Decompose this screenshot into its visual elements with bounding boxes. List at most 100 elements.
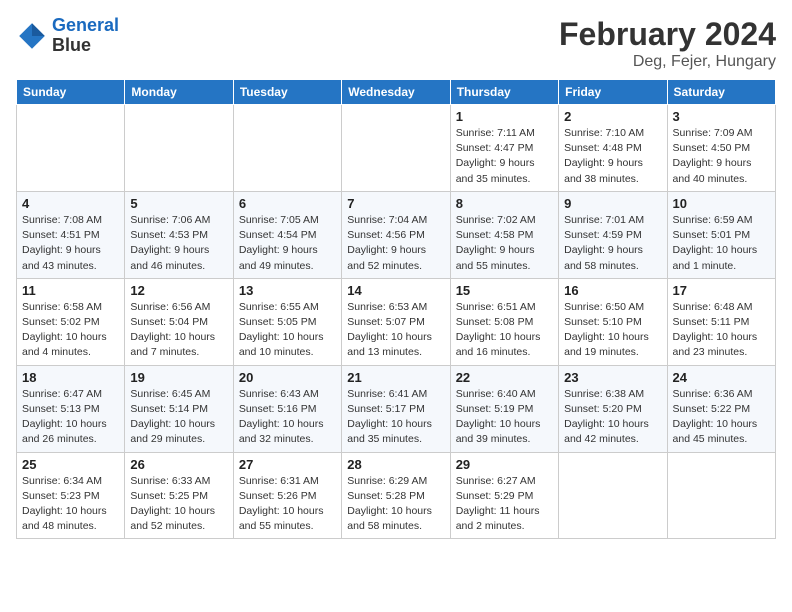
day-number: 22 [456, 370, 553, 385]
day-info: Sunrise: 7:01 AM Sunset: 4:59 PM Dayligh… [564, 213, 661, 274]
day-info: Sunrise: 7:02 AM Sunset: 4:58 PM Dayligh… [456, 213, 553, 274]
weekday-header-monday: Monday [125, 80, 233, 105]
calendar-cell: 11Sunrise: 6:58 AM Sunset: 5:02 PM Dayli… [17, 278, 125, 365]
day-number: 26 [130, 457, 227, 472]
logo: General Blue [16, 16, 119, 56]
calendar-cell: 14 Sunrise: 6:53 AM Sunset: 5:07 PM Dayli… [342, 278, 450, 365]
day-info: Sunrise: 7:04 AM Sunset: 4:56 PM Dayligh… [347, 213, 444, 274]
day-info: Sunrise: 6:36 AM Sunset: 5:22 PM Dayligh… [673, 387, 770, 448]
calendar-cell: 28 Sunrise: 6:29 AM Sunset: 5:28 PM Dayli… [342, 452, 450, 539]
calendar-week-3: 11Sunrise: 6:58 AM Sunset: 5:02 PM Dayli… [17, 278, 776, 365]
day-info: Sunrise: 6:50 AM Sunset: 5:10 PM Dayligh… [564, 300, 661, 361]
calendar-cell: 17 Sunrise: 6:48 AM Sunset: 5:11 PM Dayli… [667, 278, 775, 365]
day-info: Sunrise: 7:08 AM Sunset: 4:51 PM Dayligh… [22, 213, 119, 274]
calendar-cell: 22 Sunrise: 6:40 AM Sunset: 5:19 PM Dayli… [450, 365, 558, 452]
calendar-cell: 12 Sunrise: 6:56 AM Sunset: 5:04 PM Dayli… [125, 278, 233, 365]
day-info: Sunrise: 7:11 AM Sunset: 4:47 PM Dayligh… [456, 126, 553, 187]
logo-icon [16, 20, 48, 52]
calendar-cell: 2Sunrise: 7:10 AM Sunset: 4:48 PM Daylig… [559, 105, 667, 192]
calendar-cell [17, 105, 125, 192]
day-info: Sunrise: 6:53 AM Sunset: 5:07 PM Dayligh… [347, 300, 444, 361]
calendar-cell: 18Sunrise: 6:47 AM Sunset: 5:13 PM Dayli… [17, 365, 125, 452]
day-info: Sunrise: 6:29 AM Sunset: 5:28 PM Dayligh… [347, 474, 444, 535]
day-number: 7 [347, 196, 444, 211]
calendar-cell: 10 Sunrise: 6:59 AM Sunset: 5:01 PM Dayli… [667, 191, 775, 278]
weekday-header-tuesday: Tuesday [233, 80, 341, 105]
day-number: 28 [347, 457, 444, 472]
calendar-header-row: SundayMondayTuesdayWednesdayThursdayFrid… [17, 80, 776, 105]
day-number: 17 [673, 283, 770, 298]
day-number: 10 [673, 196, 770, 211]
logo-text: General Blue [52, 16, 119, 56]
day-info: Sunrise: 6:27 AM Sunset: 5:29 PM Dayligh… [456, 474, 553, 535]
day-info: Sunrise: 7:06 AM Sunset: 4:53 PM Dayligh… [130, 213, 227, 274]
calendar-cell: 4 Sunrise: 7:08 AM Sunset: 4:51 PM Daylig… [17, 191, 125, 278]
calendar-week-5: 25Sunrise: 6:34 AM Sunset: 5:23 PM Dayli… [17, 452, 776, 539]
day-info: Sunrise: 7:09 AM Sunset: 4:50 PM Dayligh… [673, 126, 770, 187]
calendar-cell: 19Sunrise: 6:45 AM Sunset: 5:14 PM Dayli… [125, 365, 233, 452]
calendar-cell: 24Sunrise: 6:36 AM Sunset: 5:22 PM Dayli… [667, 365, 775, 452]
day-number: 9 [564, 196, 661, 211]
day-info: Sunrise: 6:59 AM Sunset: 5:01 PM Dayligh… [673, 213, 770, 274]
day-info: Sunrise: 6:51 AM Sunset: 5:08 PM Dayligh… [456, 300, 553, 361]
weekday-header-saturday: Saturday [667, 80, 775, 105]
day-number: 29 [456, 457, 553, 472]
day-info: Sunrise: 7:05 AM Sunset: 4:54 PM Dayligh… [239, 213, 336, 274]
day-info: Sunrise: 6:55 AM Sunset: 5:05 PM Dayligh… [239, 300, 336, 361]
day-info: Sunrise: 6:43 AM Sunset: 5:16 PM Dayligh… [239, 387, 336, 448]
calendar-table: SundayMondayTuesdayWednesdayThursdayFrid… [16, 79, 776, 539]
day-info: Sunrise: 6:41 AM Sunset: 5:17 PM Dayligh… [347, 387, 444, 448]
weekday-header-wednesday: Wednesday [342, 80, 450, 105]
day-number: 19 [130, 370, 227, 385]
location: Deg, Fejer, Hungary [559, 53, 776, 71]
calendar-cell: 16 Sunrise: 6:50 AM Sunset: 5:10 PM Dayli… [559, 278, 667, 365]
day-number: 13 [239, 283, 336, 298]
day-info: Sunrise: 6:38 AM Sunset: 5:20 PM Dayligh… [564, 387, 661, 448]
day-number: 6 [239, 196, 336, 211]
calendar-cell: 13 Sunrise: 6:55 AM Sunset: 5:05 PM Dayli… [233, 278, 341, 365]
calendar-cell: 3Sunrise: 7:09 AM Sunset: 4:50 PM Daylig… [667, 105, 775, 192]
calendar-cell: 9 Sunrise: 7:01 AM Sunset: 4:59 PM Daylig… [559, 191, 667, 278]
day-number: 12 [130, 283, 227, 298]
day-number: 25 [22, 457, 119, 472]
calendar-cell: 7 Sunrise: 7:04 AM Sunset: 4:56 PM Daylig… [342, 191, 450, 278]
calendar-cell: 29 Sunrise: 6:27 AM Sunset: 5:29 PM Dayli… [450, 452, 558, 539]
calendar-week-4: 18Sunrise: 6:47 AM Sunset: 5:13 PM Dayli… [17, 365, 776, 452]
day-number: 23 [564, 370, 661, 385]
calendar-cell: 6 Sunrise: 7:05 AM Sunset: 4:54 PM Daylig… [233, 191, 341, 278]
day-info: Sunrise: 6:48 AM Sunset: 5:11 PM Dayligh… [673, 300, 770, 361]
calendar-week-1: 1 Sunrise: 7:11 AM Sunset: 4:47 PM Daylig… [17, 105, 776, 192]
day-info: Sunrise: 7:10 AM Sunset: 4:48 PM Dayligh… [564, 126, 661, 187]
day-number: 11 [22, 283, 119, 298]
calendar-cell: 21 Sunrise: 6:41 AM Sunset: 5:17 PM Dayli… [342, 365, 450, 452]
day-info: Sunrise: 6:33 AM Sunset: 5:25 PM Dayligh… [130, 474, 227, 535]
calendar-cell [233, 105, 341, 192]
calendar-cell: 8 Sunrise: 7:02 AM Sunset: 4:58 PM Daylig… [450, 191, 558, 278]
day-number: 20 [239, 370, 336, 385]
page-header: General Blue February 2024 Deg, Fejer, H… [16, 16, 776, 71]
month-title: February 2024 [559, 16, 776, 53]
calendar-cell: 15Sunrise: 6:51 AM Sunset: 5:08 PM Dayli… [450, 278, 558, 365]
weekday-header-sunday: Sunday [17, 80, 125, 105]
day-number: 5 [130, 196, 227, 211]
day-number: 21 [347, 370, 444, 385]
calendar-cell [667, 452, 775, 539]
day-info: Sunrise: 6:40 AM Sunset: 5:19 PM Dayligh… [456, 387, 553, 448]
day-number: 16 [564, 283, 661, 298]
calendar-cell: 27 Sunrise: 6:31 AM Sunset: 5:26 PM Dayli… [233, 452, 341, 539]
calendar-cell: 26 Sunrise: 6:33 AM Sunset: 5:25 PM Dayli… [125, 452, 233, 539]
calendar-cell: 25Sunrise: 6:34 AM Sunset: 5:23 PM Dayli… [17, 452, 125, 539]
day-number: 27 [239, 457, 336, 472]
day-number: 8 [456, 196, 553, 211]
day-info: Sunrise: 6:56 AM Sunset: 5:04 PM Dayligh… [130, 300, 227, 361]
day-info: Sunrise: 6:31 AM Sunset: 5:26 PM Dayligh… [239, 474, 336, 535]
calendar-cell: 23 Sunrise: 6:38 AM Sunset: 5:20 PM Dayli… [559, 365, 667, 452]
title-block: February 2024 Deg, Fejer, Hungary [559, 16, 776, 71]
calendar-cell [342, 105, 450, 192]
day-number: 1 [456, 109, 553, 124]
day-number: 4 [22, 196, 119, 211]
weekday-header-thursday: Thursday [450, 80, 558, 105]
calendar-cell [559, 452, 667, 539]
day-number: 14 [347, 283, 444, 298]
calendar-cell: 1 Sunrise: 7:11 AM Sunset: 4:47 PM Daylig… [450, 105, 558, 192]
